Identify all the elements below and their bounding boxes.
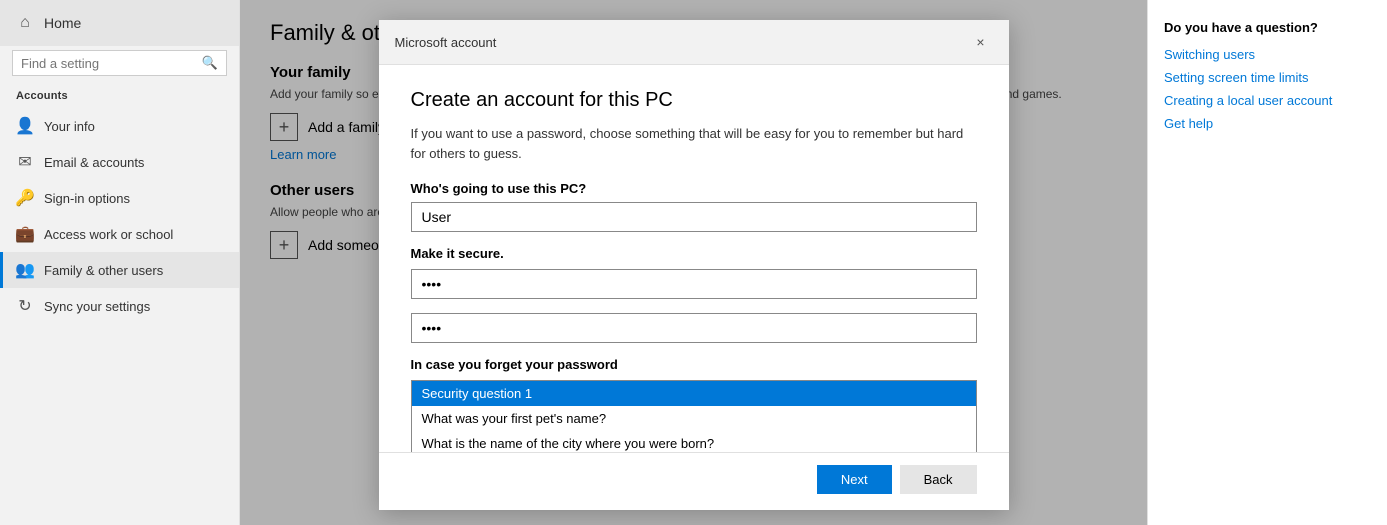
email-icon: ✉ — [16, 153, 34, 171]
modal-footer: Next Back — [379, 452, 1009, 510]
sidebar-item-label: Sign-in options — [44, 191, 130, 206]
security-question-item-2[interactable]: What is the name of the city where you w… — [412, 431, 976, 452]
home-icon: ⌂ — [16, 14, 34, 32]
password-input[interactable] — [411, 269, 977, 299]
modal-close-button[interactable]: × — [969, 30, 993, 54]
modal-dialog: Microsoft account × Create an account fo… — [379, 20, 1009, 510]
modal-heading: Create an account for this PC — [411, 89, 977, 112]
search-icon: 🔍 — [202, 55, 218, 71]
sidebar-home[interactable]: ⌂ Home — [0, 0, 239, 46]
modal-body: Create an account for this PC If you wan… — [379, 65, 1009, 452]
security-question-item-0[interactable]: Security question 1 — [412, 381, 976, 406]
modal-header: Microsoft account × — [379, 20, 1009, 65]
right-panel-title: Do you have a question? — [1164, 20, 1371, 35]
next-button[interactable]: Next — [817, 465, 892, 494]
modal-overlay: Microsoft account × Create an account fo… — [240, 0, 1147, 525]
your-info-icon: 👤 — [16, 117, 34, 135]
sidebar-item-email-accounts[interactable]: ✉ Email & accounts — [0, 144, 239, 180]
search-input[interactable] — [21, 56, 202, 71]
right-panel: Do you have a question? Switching users … — [1147, 0, 1387, 525]
forget-label: In case you forget your password — [411, 357, 977, 372]
username-label: Who's going to use this PC? — [411, 181, 977, 196]
username-input[interactable] — [411, 202, 977, 232]
sidebar-section-title: Accounts — [0, 86, 239, 108]
sidebar: ⌂ Home 🔍 Accounts 👤 Your info ✉ Email & … — [0, 0, 240, 525]
sidebar-item-label: Access work or school — [44, 227, 173, 242]
right-link-local-account[interactable]: Creating a local user account — [1164, 93, 1371, 108]
main-content: Family & other users Your family Add you… — [240, 0, 1147, 525]
right-link-switching[interactable]: Switching users — [1164, 47, 1371, 62]
sidebar-item-sign-in[interactable]: 🔑 Sign-in options — [0, 180, 239, 216]
sidebar-item-your-info[interactable]: 👤 Your info — [0, 108, 239, 144]
sync-icon: ↻ — [16, 297, 34, 315]
sidebar-item-family-users[interactable]: 👥 Family & other users — [0, 252, 239, 288]
back-button[interactable]: Back — [900, 465, 977, 494]
sidebar-item-work-school[interactable]: 💼 Access work or school — [0, 216, 239, 252]
sidebar-home-label: Home — [44, 15, 81, 31]
sidebar-item-sync-settings[interactable]: ↻ Sync your settings — [0, 288, 239, 324]
right-link-get-help[interactable]: Get help — [1164, 116, 1371, 131]
key-icon: 🔑 — [16, 189, 34, 207]
sidebar-item-label: Sync your settings — [44, 299, 150, 314]
modal-desc: If you want to use a password, choose so… — [411, 124, 977, 163]
sidebar-item-label: Family & other users — [44, 263, 163, 278]
security-question-item-1[interactable]: What was your first pet's name? — [412, 406, 976, 431]
family-icon: 👥 — [16, 261, 34, 279]
sidebar-item-label: Email & accounts — [44, 155, 144, 170]
right-link-screen-time[interactable]: Setting screen time limits — [1164, 70, 1371, 85]
security-question-dropdown[interactable]: Security question 1 What was your first … — [411, 380, 977, 452]
confirm-password-input[interactable] — [411, 313, 977, 343]
password-label: Make it secure. — [411, 246, 977, 261]
sidebar-item-label: Your info — [44, 119, 95, 134]
briefcase-icon: 💼 — [16, 225, 34, 243]
search-box-container: 🔍 — [12, 50, 227, 76]
modal-title: Microsoft account — [395, 35, 497, 50]
